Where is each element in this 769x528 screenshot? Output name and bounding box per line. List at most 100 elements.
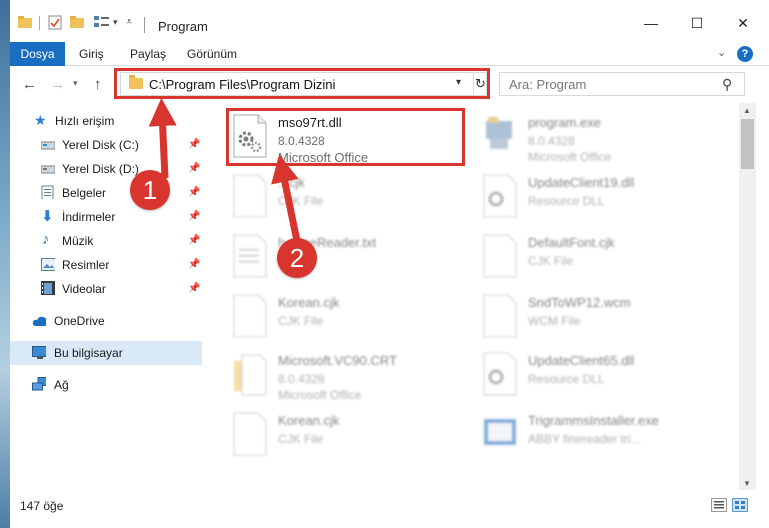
view-options-icon[interactable]	[94, 16, 112, 28]
maximize-button[interactable]: ☐	[674, 8, 720, 38]
blank-file-icon	[233, 294, 267, 338]
file-name: ...cjk	[278, 175, 305, 190]
file-item-trigrammsinstaller[interactable]: TrigrammsInstaller.exe ABBY finereader t…	[480, 409, 730, 469]
chevron-down-icon[interactable]: ▾	[113, 17, 118, 28]
pin-icon[interactable]: 📌	[188, 283, 200, 294]
file-type: Resource DLL	[528, 372, 605, 386]
pin-icon[interactable]: 📌	[188, 139, 200, 150]
sidebar-item-disk-d[interactable]: Yerel Disk (D:) 📌	[10, 157, 202, 181]
desktop-background	[0, 0, 10, 528]
help-icon[interactable]: ?	[737, 46, 753, 62]
minimize-icon: —	[644, 15, 658, 31]
dll-gear-icon	[483, 174, 517, 218]
search-icon[interactable]: ⚲	[722, 76, 732, 93]
blank-file-icon	[233, 174, 267, 218]
window-title: Program	[158, 19, 208, 34]
star-icon: ★	[34, 112, 47, 128]
file-highlight-box	[226, 108, 465, 166]
item-count: 147 öğe	[20, 499, 64, 513]
details-view-icon[interactable]	[711, 498, 727, 512]
pin-icon[interactable]: 📌	[188, 187, 200, 198]
file-item-updateclient19[interactable]: UpdateClient19.dll Resource DLL	[480, 171, 730, 231]
tab-file[interactable]: Dosya	[10, 42, 65, 66]
tab-home[interactable]: Giriş	[69, 44, 114, 66]
pin-icon[interactable]: 📌	[188, 163, 200, 174]
customize-toolbar-icon[interactable]: ⩡	[126, 16, 132, 29]
close-icon: ✕	[737, 14, 749, 31]
sidebar-item-music[interactable]: ♪ Müzik 📌	[10, 229, 202, 253]
sidebar-item-label: Videolar	[62, 282, 106, 296]
file-name: TrigrammsInstaller.exe	[528, 413, 659, 428]
file-item-korean-1[interactable]: Korean.cjk CJK File	[230, 291, 480, 351]
pin-icon[interactable]: 📌	[188, 211, 200, 222]
up-arrow-icon[interactable]: ↑	[94, 76, 102, 93]
sidebar-item-label: Bu bilgisayar	[54, 346, 123, 360]
file-type: ABBY finereader tri...	[528, 432, 641, 446]
file-name: UpdateClient19.dll	[528, 175, 635, 190]
file-item-sndtowp12[interactable]: SndToWP12.wcm WCM File	[480, 291, 730, 351]
properties-icon[interactable]	[48, 15, 62, 30]
sidebar-item-label: Yerel Disk (D:)	[62, 162, 139, 176]
drive-icon	[41, 165, 55, 174]
dll-gear-icon	[483, 352, 517, 396]
sidebar-item-documents[interactable]: Belgeler 📌	[10, 181, 202, 205]
ribbon-tabs: Dosya Giriş Paylaş Görünüm ⌄ ?	[10, 40, 769, 66]
sidebar-item-label: OneDrive	[54, 314, 105, 328]
cloud-icon	[32, 316, 46, 326]
file-version: 8.0.4328	[278, 372, 325, 386]
sidebar-item-videos[interactable]: Videolar 📌	[10, 277, 202, 301]
tab-view[interactable]: Görünüm	[177, 44, 247, 66]
scrollbar-thumb[interactable]	[741, 119, 754, 169]
step-badge-2: 2	[277, 238, 317, 278]
folder-file-icon	[234, 354, 267, 396]
file-item-updateclient65[interactable]: UpdateClient65.dll Resource DLL	[480, 349, 730, 409]
folder-icon	[18, 16, 32, 28]
music-icon: ♪	[42, 231, 50, 248]
sidebar-item-disk-c[interactable]: Yerel Disk (C:) 📌	[10, 133, 202, 157]
minimize-button[interactable]: —	[628, 8, 674, 38]
forward-arrow-icon[interactable]: →	[50, 76, 65, 93]
search-input[interactable]: Ara: Program ⚲	[499, 72, 745, 96]
blank-file-icon	[233, 412, 267, 456]
scroll-up-icon[interactable]: ▲	[743, 106, 751, 115]
download-icon: ⬇	[41, 208, 54, 225]
sidebar-item-label: Resimler	[62, 258, 110, 272]
pictures-icon	[41, 258, 55, 271]
file-item-cjk[interactable]: ...cjk CJK File	[230, 171, 480, 231]
network-icon	[32, 377, 46, 391]
new-folder-icon[interactable]	[70, 16, 84, 28]
file-company: Microsoft Office	[528, 150, 612, 164]
pin-icon[interactable]: 📌	[188, 259, 200, 270]
file-item-vc90-crt[interactable]: Microsoft.VC90.CRT 8.0.4328 Microsoft Of…	[230, 349, 480, 409]
large-icons-view-icon[interactable]	[732, 498, 748, 512]
blank-file-icon	[483, 294, 517, 338]
sidebar-item-label: Ağ	[54, 378, 69, 392]
file-item-korean-2[interactable]: Korean.cjk CJK File	[230, 409, 480, 469]
vertical-scrollbar[interactable]: ▲ ▼	[739, 103, 756, 490]
title-separator	[144, 17, 145, 33]
pin-icon[interactable]: 📌	[188, 235, 200, 246]
file-item-program-exe[interactable]: program.exe 8.0.4328 Microsoft Office	[480, 111, 730, 171]
file-type: CJK File	[528, 254, 574, 268]
scroll-down-icon[interactable]: ▼	[743, 479, 751, 488]
recent-locations-icon[interactable]: ▾	[73, 78, 78, 89]
sidebar-item-label: Hızlı erişim	[55, 114, 115, 128]
close-button[interactable]: ✕	[720, 8, 766, 38]
title-bar: ▾ ⩡ Program — ☐ ✕	[10, 0, 769, 40]
file-name: SndToWP12.wcm	[528, 295, 631, 310]
sidebar-item-network[interactable]: Ağ	[10, 373, 202, 397]
back-arrow-icon[interactable]: ←	[22, 76, 37, 93]
sidebar-item-pictures[interactable]: Resimler 📌	[10, 253, 202, 277]
sidebar-item-quick-access[interactable]: ★ Hızlı erişim	[10, 109, 202, 133]
sidebar-item-label: İndirmeler	[62, 210, 116, 224]
sidebar-item-downloads[interactable]: ⬇ İndirmeler 📌	[10, 205, 202, 229]
sidebar-item-this-pc[interactable]: Bu bilgisayar	[10, 341, 202, 365]
computer-icon	[32, 346, 46, 359]
file-item-readme[interactable]: h...fineReader.txt	[230, 231, 480, 291]
blank-file-icon	[483, 234, 517, 278]
tab-share[interactable]: Paylaş	[120, 44, 176, 66]
sidebar-item-onedrive[interactable]: OneDrive	[10, 309, 202, 333]
file-item-defaultfont[interactable]: DefaultFont.cjk CJK File	[480, 231, 730, 291]
collapse-ribbon-icon[interactable]: ⌄	[717, 46, 726, 59]
exe-icon	[486, 117, 512, 149]
